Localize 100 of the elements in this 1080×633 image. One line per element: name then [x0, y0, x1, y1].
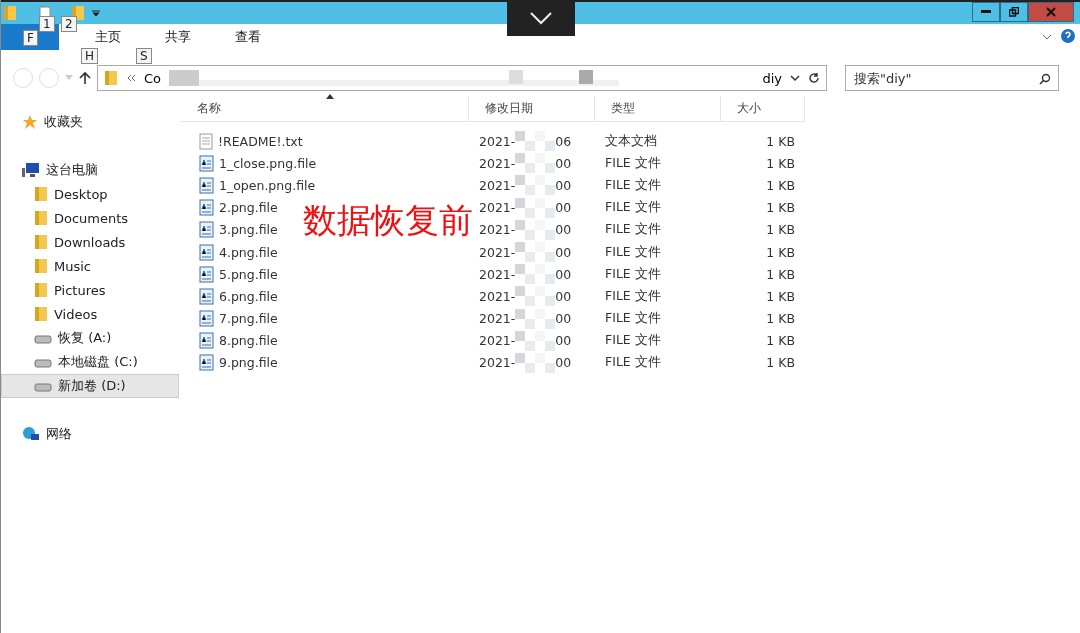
date-cell: 00 [555, 355, 572, 371]
size-cell-text: 1 KB [765, 177, 796, 193]
type-cell-text: FILE 文件 [604, 265, 662, 283]
redaction-mosaic [515, 131, 556, 152]
folder-icon [3, 5, 17, 21]
type-cell-text: 文本文档 [604, 132, 658, 150]
sort-arrow-icon [326, 94, 334, 99]
column-header[interactable]: 大小 [721, 96, 805, 121]
keytip: S [136, 48, 152, 64]
date-cell: 2021- [479, 177, 516, 193]
file-name: 3.png.file [219, 222, 278, 238]
redaction-mosaic [515, 264, 556, 285]
redaction-mosaic [515, 242, 556, 263]
sidebar-item[interactable]: Music [1, 254, 179, 278]
type-cell-text: FILE 文件 [604, 287, 662, 305]
help-icon[interactable] [1060, 28, 1076, 44]
restore-button[interactable] [1000, 2, 1028, 22]
dropdown-icon[interactable] [91, 8, 101, 18]
file-name: !README!.txt [218, 133, 303, 149]
date-cell: 00 [555, 222, 572, 238]
size-cell-text: 1 KB [765, 288, 796, 304]
size-cell-text: 1 KB [765, 155, 796, 171]
keytip: 2 [61, 16, 77, 32]
search-field[interactable]: 搜索"diy" [845, 65, 1059, 91]
column-header[interactable]: 类型 [595, 96, 721, 121]
type-cell-text: FILE 文件 [604, 243, 662, 261]
sidebar-item[interactable]: Downloads [1, 230, 179, 254]
image-file-icon [199, 221, 214, 239]
image-file-icon [199, 310, 214, 328]
image-file-icon [199, 332, 214, 350]
type-cell-text: FILE 文件 [604, 176, 662, 194]
ribbon-collapse-icon[interactable] [1042, 33, 1052, 41]
file-name: 1_close.png.file [219, 155, 317, 171]
type-cell-text: FILE 文件 [604, 354, 662, 372]
sidebar-item[interactable]: Videos [1, 302, 179, 326]
sidebar-item[interactable]: 恢复 (A:) [1, 326, 179, 350]
date-cell: 2021- [479, 155, 516, 171]
minimize-button[interactable] [972, 2, 1000, 22]
up-arrow-icon[interactable] [79, 71, 91, 85]
size-cell-text: 1 KB [765, 333, 796, 349]
image-file-icon [199, 199, 214, 217]
file-name: 1_open.png.file [219, 177, 316, 193]
date-cell: 00 [555, 266, 572, 282]
ribbon-tab[interactable]: 查看 [219, 24, 277, 50]
image-file-icon [199, 265, 214, 283]
date-cell: 00 [555, 177, 572, 193]
keytip: H [81, 48, 99, 64]
folder-icon [34, 234, 48, 250]
redaction-mosaic [515, 330, 556, 351]
column-header[interactable]: 名称 [181, 96, 469, 121]
keytip: F [23, 30, 38, 46]
image-file-icon [199, 287, 214, 305]
date-cell: 2021- [479, 222, 516, 238]
refresh-icon[interactable] [808, 72, 820, 84]
star-icon [22, 114, 38, 130]
close-button[interactable] [1028, 2, 1074, 22]
date-cell: 00 [555, 155, 572, 171]
sidebar-item[interactable]: 本地磁盘 (C:) [1, 350, 179, 374]
sidebar-item[interactable]: 网络 [1, 422, 179, 446]
sidebar-item[interactable]: Pictures [1, 278, 179, 302]
date-cell: 2021- [479, 133, 516, 149]
size-cell-text: 1 KB [765, 311, 796, 327]
history-dropdown-icon[interactable] [790, 74, 800, 82]
ribbon-expand-tab[interactable] [507, 0, 575, 36]
restore-icon [1009, 7, 1019, 17]
folder-icon [34, 306, 48, 322]
search-icon [1039, 73, 1051, 85]
date-cell: 00 [555, 288, 572, 304]
size-cell-text: 1 KB [765, 355, 796, 371]
redaction-mosaic [515, 219, 556, 240]
sidebar-item[interactable]: Desktop [1, 182, 179, 206]
close-icon [1046, 7, 1056, 17]
redaction-mosaic [515, 308, 556, 329]
type-cell-text: FILE 文件 [604, 310, 662, 328]
redaction-mosaic [515, 286, 556, 307]
file-name: 9.png.file [219, 355, 278, 371]
column-header[interactable]: 修改日期 [469, 96, 595, 121]
ribbon-tab[interactable]: 主页 [79, 24, 137, 50]
image-file-icon [199, 243, 214, 261]
breadcrumb-chevron-icon [126, 74, 136, 82]
file-name: 8.png.file [219, 333, 278, 349]
image-file-icon [199, 176, 214, 194]
sidebar-item[interactable]: 收藏夹 [1, 110, 179, 134]
sidebar-item[interactable]: 这台电脑 [1, 158, 179, 182]
type-cell-text: FILE 文件 [604, 199, 662, 217]
size-cell-text: 1 KB [765, 200, 796, 216]
date-cell: 06 [555, 133, 572, 149]
date-cell: 2021- [479, 311, 516, 327]
text-file-icon [199, 132, 213, 150]
date-cell: 2021- [479, 266, 516, 282]
folder-icon [34, 282, 48, 298]
keytip: 1 [39, 16, 55, 32]
size-cell-text: 1 KB [765, 222, 796, 238]
sidebar-item[interactable]: Documents [1, 206, 179, 230]
date-cell: 2021- [479, 244, 516, 260]
file-name: 6.png.file [219, 288, 278, 304]
sidebar-item[interactable]: 新加卷 (D:) [1, 374, 179, 398]
ribbon-tab[interactable]: 共享 [149, 24, 207, 50]
redaction-mosaic [515, 153, 556, 174]
address-bar[interactable]: Co diy [97, 65, 827, 91]
